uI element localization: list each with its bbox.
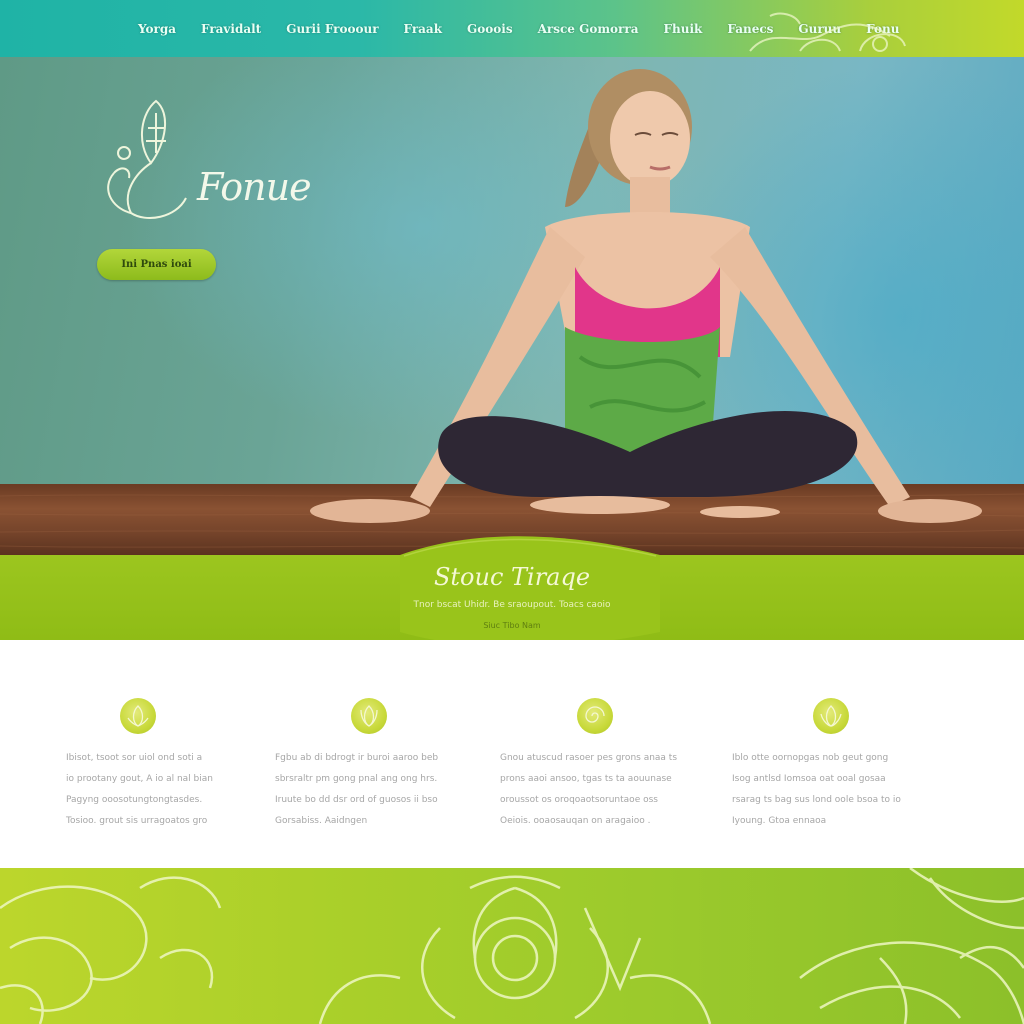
band-link[interactable]: Siuc Tibo Nam bbox=[0, 621, 1024, 630]
feature-line: Isog antlsd Iomsoa oat ooal gosaa bbox=[732, 774, 886, 784]
feature-line: Gnou atuscud rasoer pes grons anaa ts bbox=[500, 753, 678, 763]
hero-cta-button[interactable]: Ini Pnas ioai bbox=[97, 249, 216, 280]
band-subtitle: Tnor bscat Uhidr. Be sraoupout. Toacs ca… bbox=[413, 600, 611, 610]
lotus-icon bbox=[813, 698, 849, 734]
feature-line: oroussot os oroqoaotsoruntaoe oss bbox=[500, 795, 658, 805]
feature-line: Oeiois. ooaosauqan on aragaioo . bbox=[500, 816, 651, 826]
feature-line: rsarag ts bag sus lond oole bsoa to io bbox=[732, 795, 901, 805]
floral-ornament-icon bbox=[0, 868, 1024, 1024]
feature-text-4: Iblo otte oornopgas nob geut gong Isog a… bbox=[732, 748, 912, 832]
feature-line: Ibisot, tsoot sor uiol ond soti a bbox=[66, 753, 203, 763]
feature-line: Fgbu ab di bdrogt ir buroi aaroo beb bbox=[275, 753, 439, 763]
nav-item-1[interactable]: Yorga bbox=[138, 22, 176, 36]
feature-line: Iruute bo dd dsr ord of guosos ii bso bbox=[275, 795, 438, 805]
feature-line: Pagyng ooosotungtongtasdes. bbox=[66, 795, 203, 805]
feature-text-2: Fgbu ab di bdrogt ir buroi aaroo beb sbr… bbox=[275, 748, 455, 832]
nav-item-2[interactable]: Fravidalt bbox=[201, 22, 261, 36]
lotus-icon bbox=[351, 698, 387, 734]
hero-section: Fonue Ini Pnas ioai bbox=[0, 57, 1024, 555]
feature-line: Iyoung. Gtoa ennaoa bbox=[732, 816, 827, 826]
feature-text-1: Ibisot, tsoot sor uiol ond soti a io pro… bbox=[66, 748, 246, 832]
feature-line: Tosioo. grout sis urragoatos gro bbox=[66, 816, 208, 826]
nav-item-7[interactable]: Fhuik bbox=[663, 22, 702, 36]
footer-ornament-band bbox=[0, 868, 1024, 1024]
yoga-woman-photo bbox=[310, 69, 982, 523]
swirl-ornament-icon bbox=[749, 12, 906, 52]
feature-text-3: Gnou atuscud rasoer pes grons anaa ts pr… bbox=[500, 748, 680, 832]
band-title: Stouc Tiraqe bbox=[433, 563, 591, 591]
nav-item-3[interactable]: Gurii Frooour bbox=[286, 22, 378, 36]
nav-item-5[interactable]: Gooois bbox=[467, 22, 513, 36]
top-navigation: Yorga Fravidalt Gurii Frooour Fraak Gooo… bbox=[0, 0, 1024, 57]
lotus-icon bbox=[120, 698, 156, 734]
nav-item-4[interactable]: Fraak bbox=[404, 22, 443, 36]
feature-line: Gorsabiss. Aaidngen bbox=[275, 816, 368, 826]
feature-line: Iblo otte oornopgas nob geut gong bbox=[732, 753, 889, 763]
feature-line: prons aaoi ansoo, tgas ts ta aouunase bbox=[500, 774, 672, 784]
brand-logo-text: Fonue bbox=[197, 165, 312, 209]
spiral-icon bbox=[577, 698, 613, 734]
feature-line: sbrsraltr pm gong pnal ang ong hrs. bbox=[275, 774, 438, 784]
lotus-logo-icon bbox=[107, 99, 187, 219]
features-section: Ibisot, tsoot sor uiol ond soti a io pro… bbox=[0, 640, 1024, 868]
band-arc-shape bbox=[400, 536, 660, 647]
feature-line: io prootany gout, A io al nal bian bbox=[66, 774, 213, 784]
nav-item-6[interactable]: Arsce Gomorra bbox=[538, 22, 639, 36]
